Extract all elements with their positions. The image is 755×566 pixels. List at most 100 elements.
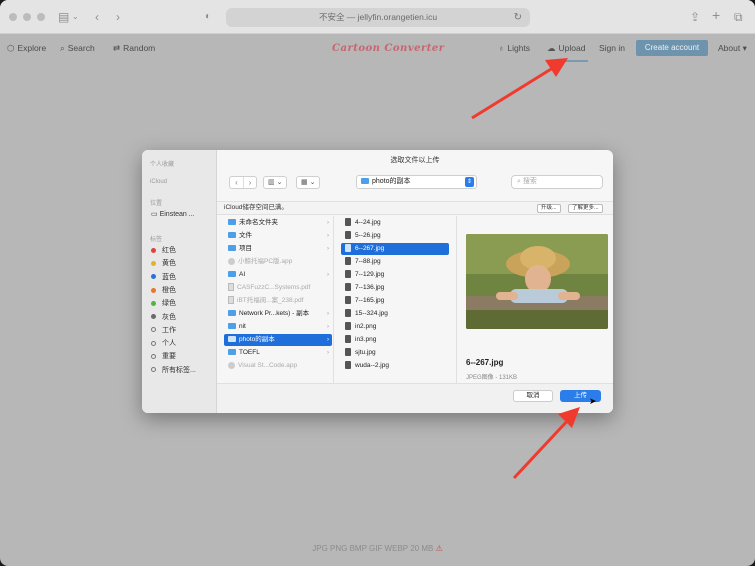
folder-list-item[interactable]: AI › xyxy=(224,269,332,281)
upgrade-button[interactable]: 升级... xyxy=(537,204,561,213)
tag-label: 红色 xyxy=(162,247,176,254)
nav-search-label: Search xyxy=(67,43,95,53)
folder-list-item[interactable]: 未命名文件夹 › xyxy=(224,217,332,229)
sidebar-tag-item[interactable]: 橙色 xyxy=(151,286,176,296)
folder-list-item[interactable]: photo的副本 › xyxy=(224,334,332,346)
app-icon xyxy=(228,257,235,265)
nav-random[interactable]: ⇄ Random xyxy=(113,42,155,54)
chevron-down-icon[interactable]: ⌄ xyxy=(72,9,79,25)
file-list-item[interactable]: sjtu.jpg xyxy=(341,347,449,359)
site-brand-logo[interactable]: Cartoon Converter xyxy=(332,43,445,54)
file-item-label: in3.png xyxy=(355,336,377,343)
folder-item-label: iBT托福阅...案_238.pdf xyxy=(237,297,304,304)
nav-lights[interactable]: ♁ Lights xyxy=(498,42,530,54)
dialog-title: 选取文件以上传 xyxy=(390,157,440,164)
cancel-button[interactable]: 取消 xyxy=(513,390,553,402)
folder-list-item[interactable]: 项目 › xyxy=(224,243,332,255)
learn-more-button[interactable]: 了解更多... xyxy=(568,204,603,213)
tab-overview-icon[interactable]: ⧉ xyxy=(734,9,743,25)
nav-about[interactable]: About ▾ xyxy=(718,42,747,54)
laptop-icon: ▭ xyxy=(151,211,158,218)
chevron-right-icon: › xyxy=(327,272,329,278)
file-list-item[interactable]: wuda--2.jpg xyxy=(341,360,449,372)
file-list-item[interactable]: in3.png xyxy=(341,334,449,346)
folder-list-item[interactable]: TOEFL › xyxy=(224,347,332,359)
new-tab-icon[interactable]: + xyxy=(712,7,720,23)
file-list-item[interactable]: in2.png xyxy=(341,321,449,333)
back-icon[interactable]: ‹ xyxy=(95,9,99,25)
nav-explore[interactable]: ⬡ Explore xyxy=(7,42,46,54)
close-window-button[interactable] xyxy=(9,13,17,21)
sidebar-tag-item[interactable]: 灰色 xyxy=(151,313,176,323)
folder-item-label: nit xyxy=(239,323,246,330)
file-item-label: 7--129.jpg xyxy=(355,271,385,278)
locations-header: 位置 xyxy=(150,201,163,207)
share-icon[interactable]: ⇪ xyxy=(690,9,700,25)
file-list-item[interactable]: 7--88.jpg xyxy=(341,256,449,268)
minimize-window-button[interactable] xyxy=(23,13,31,21)
sidebar-tag-item[interactable]: 绿色 xyxy=(151,299,176,309)
nav-search[interactable]: ⌕ Search xyxy=(60,42,95,54)
forward-icon[interactable]: › xyxy=(243,177,256,188)
sidebar-tag-item[interactable]: 工作 xyxy=(151,326,176,336)
tag-color-dot xyxy=(151,247,156,253)
nav-upload-label: Upload xyxy=(558,43,586,53)
sidebar-tag-item[interactable]: 个人 xyxy=(151,339,176,349)
back-icon[interactable]: ‹ xyxy=(230,177,243,188)
file-list-item[interactable]: 5--26.jpg xyxy=(341,230,449,242)
file-list-item[interactable]: 15--324.jpg xyxy=(341,308,449,320)
group-button[interactable]: ▦ ⌄ xyxy=(296,176,321,189)
tag-color-dot xyxy=(151,260,156,266)
create-account-button[interactable]: Create account xyxy=(636,40,708,56)
reload-icon[interactable]: ↻ xyxy=(514,8,522,27)
tag-ring-icon xyxy=(151,367,156,373)
folder-list-item[interactable]: CASFuzzC...Systems.pdf xyxy=(224,282,332,294)
history-nav: ‹ › xyxy=(229,176,257,189)
sidebar-tag-item[interactable]: 蓝色 xyxy=(151,273,176,283)
column-view-button[interactable]: ▥ ⌄ xyxy=(263,176,288,189)
file-list-item[interactable]: 6--267.jpg xyxy=(341,243,449,255)
folder-location-select[interactable]: photo的副本 ⇕ xyxy=(356,175,477,189)
chevron-down-icon: ⌄ xyxy=(309,179,316,186)
warning-icon: ⚠ xyxy=(435,544,443,553)
sidebar-toggle-icon[interactable]: ▤ xyxy=(58,9,69,25)
favorites-header: 个人收藏 xyxy=(150,162,175,168)
folder-list-item[interactable]: 文件 › xyxy=(224,230,332,242)
zoom-window-button[interactable] xyxy=(37,13,45,21)
folder-icon xyxy=(228,336,236,343)
file-list-item[interactable]: 7--165.jpg xyxy=(341,295,449,307)
nav-upload[interactable]: ☁ Upload xyxy=(547,42,585,54)
folder-list-item[interactable]: nit › xyxy=(224,321,332,333)
sidebar-tag-item[interactable]: 重要 xyxy=(151,352,176,362)
image-file-icon xyxy=(345,322,351,331)
file-list-item[interactable]: 7--136.jpg xyxy=(341,282,449,294)
forward-icon[interactable]: › xyxy=(116,9,120,25)
columns-icon: ▥ xyxy=(268,179,275,186)
sidebar-tag-item[interactable]: 所有标签... xyxy=(151,366,196,376)
folder-list-item[interactable]: Network Pr...kets) - 副本 › xyxy=(224,308,332,320)
search-input[interactable]: ⌕ 搜索 xyxy=(511,175,603,189)
folder-list-item[interactable]: 小鲸托福PC版.app xyxy=(224,256,332,268)
grid-icon: ▦ xyxy=(301,179,308,186)
file-list-item[interactable]: 7--129.jpg xyxy=(341,269,449,281)
image-file-icon xyxy=(345,231,351,240)
sidebar-tag-item[interactable]: 黄色 xyxy=(151,259,176,269)
chevron-down-icon: ⌄ xyxy=(276,179,283,186)
image-file-icon xyxy=(345,270,351,279)
folder-item-label: Visual St...Code.app xyxy=(238,362,298,369)
folder-list-item[interactable]: Visual St...Code.app xyxy=(224,360,332,372)
file-list-item[interactable]: 4--24.jpg xyxy=(341,217,449,229)
image-file-icon xyxy=(345,348,351,357)
nav-about-label: About xyxy=(718,43,741,53)
address-bar[interactable]: 不安全 — jellyfin.orangetien.icu ↻ xyxy=(226,8,530,27)
nav-signin[interactable]: Sign in xyxy=(599,42,625,54)
arrow-to-upload-button xyxy=(512,407,580,480)
cloud-upload-icon: ☁ xyxy=(547,43,556,53)
file-item-label: 6--267.jpg xyxy=(355,245,385,252)
folder-list-item[interactable]: iBT托福阅...案_238.pdf xyxy=(224,295,332,307)
sidebar-item-location[interactable]: ▭ Einstean ... xyxy=(151,210,195,220)
privacy-shield-icon[interactable]: ◐ xyxy=(205,9,211,25)
folder-item-label: TOEFL xyxy=(239,349,260,356)
sidebar-tag-item[interactable]: 红色 xyxy=(151,246,176,256)
app-icon xyxy=(228,361,235,369)
